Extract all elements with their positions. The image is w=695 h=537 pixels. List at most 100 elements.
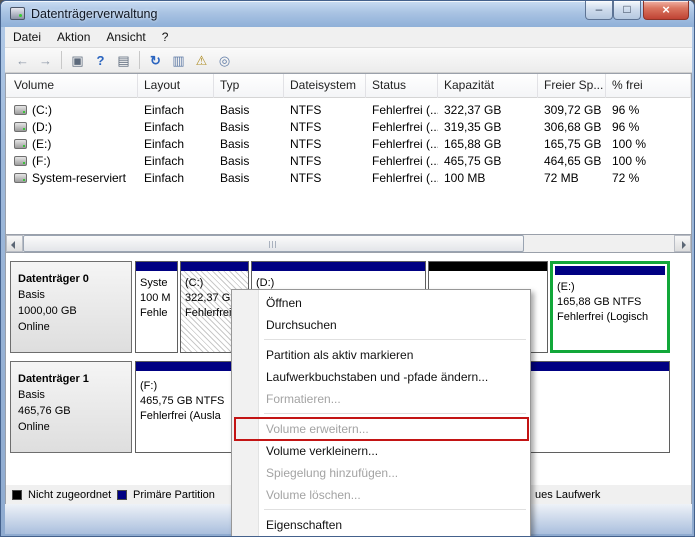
cell-freier-speicher: 72 MB: [544, 171, 579, 185]
drive-icon: [14, 173, 27, 183]
disk-list-icon[interactable]: ▥: [167, 50, 190, 71]
cell-freier-speicher: 309,72 GB: [544, 103, 602, 117]
column-header-typ[interactable]: Typ: [214, 74, 284, 98]
cell-layout: Einfach: [144, 137, 185, 151]
primary-partition-band: [136, 262, 177, 271]
cell-typ: Basis: [220, 103, 250, 117]
cell-freier-speicher: 306,68 GB: [544, 120, 602, 134]
cell-prozent-frei: 100 %: [612, 137, 647, 151]
menu-aktion[interactable]: Aktion: [49, 27, 98, 47]
cell-layout: Einfach: [144, 120, 185, 134]
cell-status: Fehlerfrei (...: [372, 120, 438, 134]
rescan-disks-icon[interactable]: ⚠: [190, 50, 213, 71]
export-list-icon[interactable]: ▤: [112, 50, 135, 71]
table-header: Volume Layout Typ Dateisystem Status Kap…: [6, 74, 691, 98]
forward-icon[interactable]: →: [34, 50, 57, 71]
menu-item-laufwerkbuchstaben[interactable]: Laufwerkbuchstaben und -pfade ändern...: [232, 366, 530, 388]
console-tree-icon[interactable]: ▣: [66, 50, 89, 71]
toolbar: ← → ▣ ? ▤ ↻ ▥ ⚠ ◎: [5, 48, 692, 73]
drive-icon: [14, 156, 27, 166]
cell-prozent-frei: 72 %: [612, 171, 640, 185]
refresh-icon[interactable]: ↻: [144, 50, 167, 71]
partition-status: Fehlerfrei (Logisch: [557, 311, 649, 323]
drive-icon: [14, 105, 27, 115]
primary-partition-band: [252, 262, 425, 271]
column-header-freier-speicher[interactable]: Freier Sp...: [538, 74, 606, 98]
cell-layout: Einfach: [144, 154, 185, 168]
drive-icon: [14, 139, 27, 149]
disk-type: Basis: [18, 289, 45, 301]
help-icon[interactable]: ?: [89, 50, 112, 71]
menu-item-durchsuchen[interactable]: Durchsuchen: [232, 314, 530, 336]
cell-freier-speicher: 464,65 GB: [544, 154, 602, 168]
menu-item-volume-loeschen: Volume löschen...: [266, 488, 361, 502]
toolbar-separator: [139, 51, 140, 69]
cell-status: Fehlerfrei (...: [372, 103, 438, 117]
drive-icon: [14, 122, 27, 132]
cell-volume: (D:): [32, 120, 52, 134]
cell-prozent-frei: 96 %: [612, 103, 640, 117]
menu-separator: [232, 336, 530, 344]
cell-dateisystem: NTFS: [290, 103, 322, 117]
table-row-d[interactable]: (D:) Einfach Basis NTFS Fehlerfrei (... …: [6, 119, 691, 136]
app-icon: [10, 7, 25, 20]
disk-capacity: 465,76 GB: [18, 405, 71, 417]
scroll-left-icon[interactable]: [6, 235, 23, 252]
disk1-info-box[interactable]: Datenträger 1 Basis 465,76 GB Online: [10, 361, 132, 453]
disk0-info-box[interactable]: Datenträger 0 Basis 1000,00 GB Online: [10, 261, 132, 353]
partition-status: Fehle: [140, 307, 168, 319]
minimize-button[interactable]: –: [585, 1, 613, 20]
table-row-f[interactable]: (F:) Einfach Basis NTFS Fehlerfrei (... …: [6, 153, 691, 170]
menu-hilfe[interactable]: ?: [154, 27, 177, 47]
cell-status: Fehlerfrei (...: [372, 137, 438, 151]
scrollbar-thumb[interactable]: [23, 235, 524, 252]
menu-datei[interactable]: Datei: [5, 27, 49, 47]
cell-kapazitaet: 322,37 GB: [444, 103, 502, 117]
menu-item-formatieren: Formatieren...: [266, 392, 341, 406]
menu-item-partition-aktiv[interactable]: Partition als aktiv markieren: [232, 344, 530, 366]
menu-item-eigenschaften[interactable]: Eigenschaften: [232, 514, 530, 536]
column-header-kapazitaet[interactable]: Kapazität: [438, 74, 538, 98]
back-icon[interactable]: ←: [11, 50, 34, 71]
cell-kapazitaet: 165,88 GB: [444, 137, 502, 151]
toolbar-separator: [61, 51, 62, 69]
column-header-volume[interactable]: Volume: [8, 74, 138, 98]
volume-list-pane: Volume Layout Typ Dateisystem Status Kap…: [5, 73, 692, 235]
cell-volume: System-reserviert: [32, 171, 127, 185]
cell-freier-speicher: 165,75 GB: [544, 137, 602, 151]
menu-item-volume-verkleinern[interactable]: Volume verkleinern...: [232, 440, 530, 462]
disk-type: Basis: [18, 389, 45, 401]
title-bar[interactable]: Datenträgerverwaltung – □ ×: [1, 1, 694, 27]
partition-size: 100 M: [140, 292, 171, 304]
menu-bar: Datei Aktion Ansicht ?: [5, 27, 692, 48]
column-header-dateisystem[interactable]: Dateisystem: [284, 74, 366, 98]
cell-volume: (C:): [32, 103, 52, 117]
table-row-e[interactable]: (E:) Einfach Basis NTFS Fehlerfrei (... …: [6, 136, 691, 153]
menu-item-oeffnen[interactable]: Öffnen: [232, 292, 530, 314]
unallocated-swatch: [12, 490, 22, 500]
cell-typ: Basis: [220, 137, 250, 151]
scroll-right-icon[interactable]: [674, 235, 691, 252]
column-header-status[interactable]: Status: [366, 74, 438, 98]
disk-status: Online: [18, 321, 50, 333]
partition-e-extended[interactable]: (E:) 165,88 GB NTFS Fehlerfrei (Logisch: [550, 261, 670, 353]
cell-volume: (E:): [32, 137, 52, 151]
search-icon[interactable]: ◎: [213, 50, 236, 71]
disk-capacity: 1000,00 GB: [18, 305, 77, 317]
disk-status: Online: [18, 421, 50, 433]
horizontal-scrollbar[interactable]: [5, 235, 692, 252]
column-header-prozent-frei[interactable]: % frei: [606, 74, 691, 98]
menu-ansicht[interactable]: Ansicht: [98, 27, 153, 47]
disk-name: Datenträger 1: [18, 373, 89, 385]
column-header-layout[interactable]: Layout: [138, 74, 214, 98]
cell-prozent-frei: 100 %: [612, 154, 647, 168]
table-row-system-reserved[interactable]: System-reserviert Einfach Basis NTFS Feh…: [6, 170, 691, 187]
table-row-c[interactable]: (C:) Einfach Basis NTFS Fehlerfrei (... …: [6, 102, 691, 119]
legend-primary-label: Primäre Partition: [133, 489, 215, 501]
partition-system-reserved[interactable]: Syste 100 M Fehle: [135, 261, 178, 353]
context-menu: Öffnen Durchsuchen Partition als aktiv m…: [231, 289, 531, 536]
close-button[interactable]: ×: [643, 1, 689, 20]
cell-dateisystem: NTFS: [290, 120, 322, 134]
cell-kapazitaet: 100 MB: [444, 171, 486, 185]
maximize-button[interactable]: □: [613, 1, 641, 20]
